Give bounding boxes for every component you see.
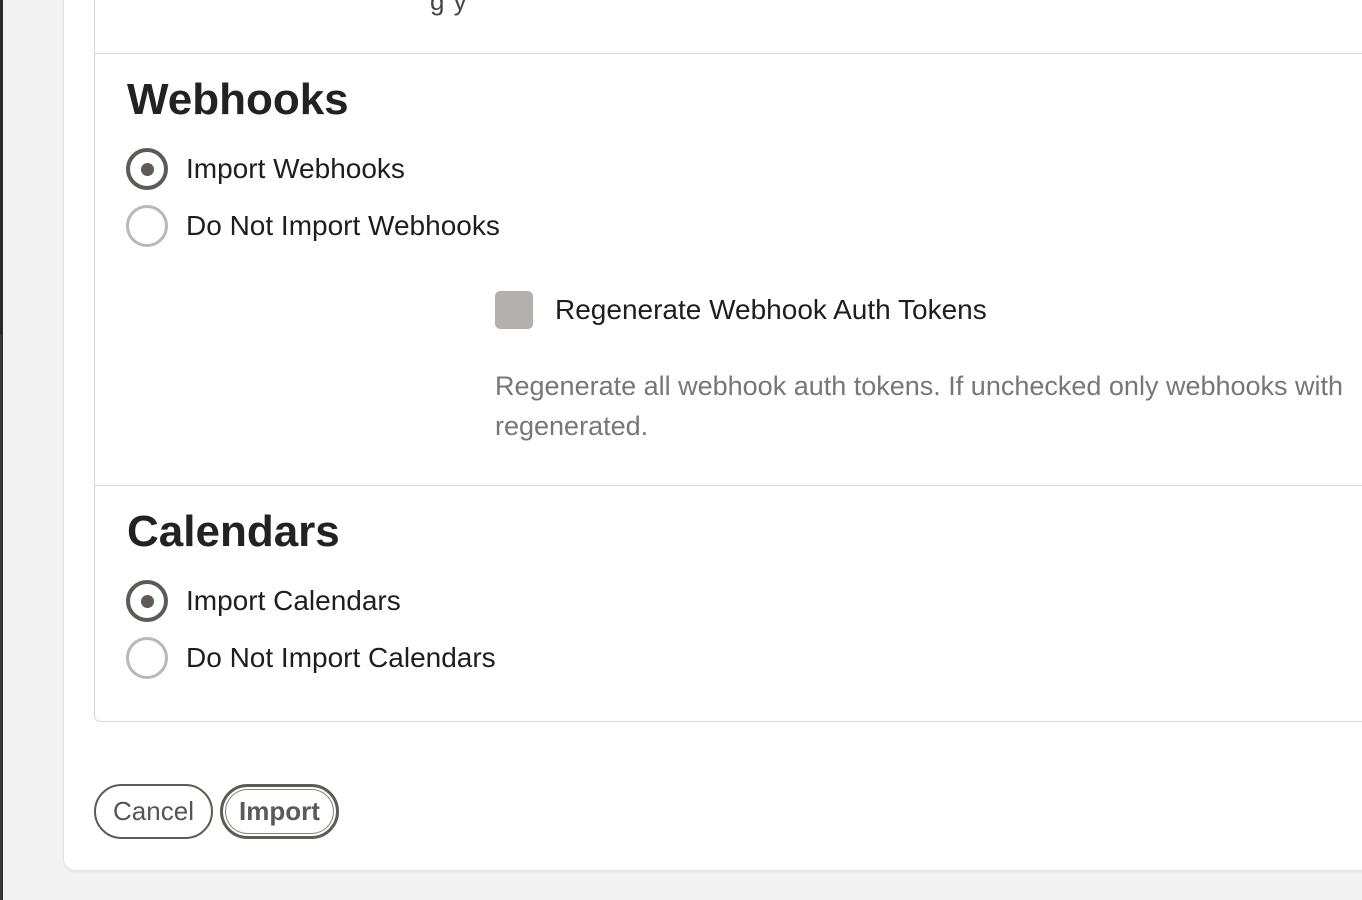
- help-text-line-2: regenerated.: [495, 411, 649, 441]
- radio-do-not-import-calendars-label: Do Not Import Calendars: [186, 642, 496, 673]
- help-text-line-1: Regenerate all webhook auth tokens. If u…: [495, 371, 1344, 401]
- import-button[interactable]: Import: [220, 784, 339, 839]
- calendars-section-title: Calendars: [127, 507, 340, 556]
- radio-do-not-import-webhooks[interactable]: Do Not Import Webhooks: [126, 205, 500, 247]
- radio-import-webhooks-label: Import Webhooks: [186, 153, 405, 184]
- radio-import-calendars[interactable]: Import Calendars: [126, 580, 401, 622]
- cancel-button[interactable]: Cancel: [94, 784, 213, 839]
- divider-top: [95, 53, 1362, 54]
- window-left-edge-lower: [0, 335, 2, 900]
- divider-middle: [95, 485, 1362, 486]
- previous-section-text: g y: [430, 0, 468, 16]
- regenerate-webhook-tokens-checkbox[interactable]: Regenerate Webhook Auth Tokens: [495, 291, 987, 329]
- regenerate-webhook-tokens-help: Regenerate all webhook auth tokens. If u…: [495, 366, 1362, 446]
- radio-do-not-import-webhooks-label: Do Not Import Webhooks: [186, 210, 500, 241]
- radio-import-webhooks-control[interactable]: [126, 148, 168, 190]
- radio-do-not-import-webhooks-control[interactable]: [126, 205, 168, 247]
- radio-do-not-import-calendars[interactable]: Do Not Import Calendars: [126, 637, 496, 679]
- radio-import-calendars-label: Import Calendars: [186, 585, 401, 616]
- radio-do-not-import-calendars-control[interactable]: [126, 637, 168, 679]
- radio-import-webhooks[interactable]: Import Webhooks: [126, 148, 405, 190]
- regenerate-webhook-tokens-checkbox-control[interactable]: [495, 291, 533, 329]
- regenerate-webhook-tokens-label: Regenerate Webhook Auth Tokens: [555, 294, 987, 325]
- radio-import-calendars-control[interactable]: [126, 580, 168, 622]
- webhooks-section-title: Webhooks: [127, 75, 349, 124]
- window-left-edge: [0, 0, 3, 900]
